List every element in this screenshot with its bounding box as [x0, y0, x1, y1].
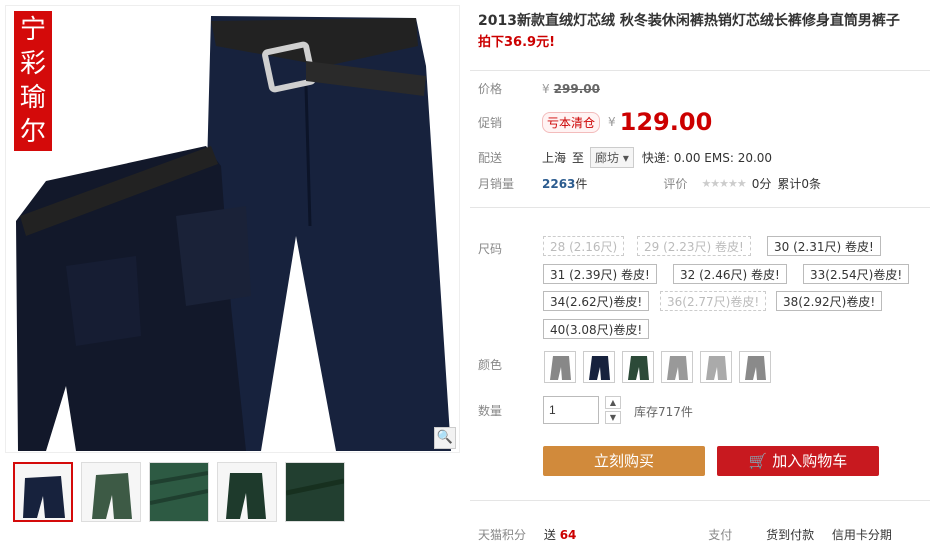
- color-swatch[interactable]: [583, 351, 615, 383]
- promo-badge: 亏本清仓: [542, 111, 601, 133]
- thumb-pants-green: [92, 473, 132, 519]
- thumb-fabric-green: [150, 463, 208, 521]
- quantity-input[interactable]: [543, 396, 599, 424]
- shipping-row: 配送 上海 至 廊坊 ▾ 快递: 0.00 EMS: 20.00: [478, 147, 772, 168]
- shipping-label: 配送: [478, 151, 503, 165]
- quantity-label: 数量: [478, 404, 503, 418]
- original-price: 299.00: [553, 81, 600, 96]
- color-swatch[interactable]: [622, 351, 654, 383]
- color-swatch[interactable]: [661, 351, 693, 383]
- destination-city: 廊坊: [595, 151, 620, 165]
- color-label: 颜色: [478, 358, 503, 372]
- cart-icon: 🛒: [748, 452, 768, 470]
- size-option[interactable]: 32 (2.46尺) 卷皮!: [673, 264, 787, 284]
- color-swatch[interactable]: [700, 351, 732, 383]
- swatch-pants-grey2: [667, 356, 688, 380]
- pay-label: 支付: [708, 528, 733, 542]
- thumbnail-4[interactable]: [217, 462, 277, 522]
- points-prefix: 送: [543, 528, 556, 542]
- stock-text: 库存717件: [634, 405, 693, 419]
- sales-count: 2263: [542, 176, 576, 191]
- ship-from: 上海: [542, 151, 567, 165]
- thumbnail-1[interactable]: [13, 462, 73, 522]
- credit-option[interactable]: 信用卡分期: [832, 528, 892, 542]
- points-label: 天猫积分: [478, 528, 527, 542]
- thumbnail-3[interactable]: [149, 462, 209, 522]
- original-price-row: 价格 ¥ 299.00: [478, 80, 600, 97]
- chevron-down-icon: ▾: [622, 151, 629, 165]
- divider: [470, 500, 930, 501]
- thumbnail-2[interactable]: [81, 462, 141, 522]
- ship-to-word: 至: [572, 151, 585, 165]
- sales-label: 月销量: [478, 177, 515, 191]
- add-to-cart-button[interactable]: 🛒 加入购物车: [717, 446, 879, 476]
- add-to-cart-label: 加入购物车: [772, 452, 848, 470]
- color-label-row: 颜色: [478, 356, 542, 373]
- sales-unit: 件: [575, 177, 588, 191]
- product-info: 2013新款直绒灯芯绒 秋冬装休闲裤热销灯芯绒长裤修身直筒男裤子 拍下36.9元…: [478, 10, 928, 54]
- swatch-pants-grey3: [706, 356, 727, 380]
- shipping-fees: 快递: 0.00 EMS: 20.00: [641, 151, 773, 165]
- thumb-fabric-darkgreen: [286, 463, 344, 521]
- swatch-pants-green: [628, 356, 649, 380]
- promo-title: 拍下36.9元!: [478, 35, 556, 50]
- rating-label: 评价: [663, 177, 688, 191]
- size-option[interactable]: 31 (2.39尺) 卷皮!: [543, 264, 657, 284]
- currency-symbol: ¥: [542, 81, 550, 96]
- size-option[interactable]: 34(2.62尺)卷皮!: [543, 291, 650, 311]
- size-option[interactable]: 28 (2.16尺): [543, 236, 625, 256]
- seal-char: 彩: [19, 49, 46, 79]
- thumb-pants-darkgreen: [226, 473, 266, 519]
- swatch-pants-grey4: [745, 356, 766, 380]
- thumbnail-strip: [13, 462, 345, 522]
- promo-price-row: 促销 亏本清仓 ¥ 129.00: [478, 108, 712, 136]
- promo-price: 129.00: [619, 108, 713, 136]
- size-label: 尺码: [478, 242, 503, 256]
- swatch-pants-navy: [589, 356, 610, 380]
- product-title: 2013新款直绒灯芯绒 秋冬装休闲裤热销灯芯绒长裤修身直筒男裤子: [478, 13, 900, 29]
- quantity-decrease-button[interactable]: ▼: [605, 411, 621, 424]
- buy-now-button[interactable]: 立刻购买: [543, 446, 705, 476]
- quantity-label-row: 数量: [478, 402, 542, 419]
- swatch-pants-grey: [550, 356, 571, 380]
- seal-char: 瑜: [19, 83, 46, 113]
- thumbnail-5[interactable]: [285, 462, 345, 522]
- size-label-row: 尺码: [478, 240, 542, 257]
- size-option[interactable]: 38(2.92尺)卷皮!: [776, 291, 883, 311]
- seal-char: 宁: [19, 15, 46, 45]
- quantity-increase-button[interactable]: ▲: [605, 396, 621, 409]
- divider: [470, 207, 930, 208]
- color-swatch[interactable]: [544, 351, 576, 383]
- sales-row: 月销量 2263 件 评价 ★★★★★ 0分 累计0条: [478, 175, 821, 192]
- bottom-info-row: 天猫积分 送 64 支付 货到付款 信用卡分期: [478, 526, 892, 543]
- size-option[interactable]: 29 (2.23尺) 卷皮!: [637, 236, 751, 256]
- color-swatch[interactable]: [739, 351, 771, 383]
- seal-char: 尔: [19, 117, 46, 147]
- size-option[interactable]: 36(2.77尺)卷皮!: [660, 291, 767, 311]
- size-option[interactable]: 30 (2.31尺) 卷皮!: [767, 236, 881, 256]
- product-gallery: 宁 彩 瑜 尔 🔍: [0, 0, 462, 538]
- review-count[interactable]: 累计0条: [777, 175, 821, 192]
- size-option[interactable]: 33(2.54尺)卷皮!: [803, 264, 910, 284]
- rating-stars: ★★★★★: [701, 177, 746, 190]
- price-label: 价格: [478, 82, 503, 96]
- thumb-pants-navy: [23, 476, 65, 518]
- promo-label: 促销: [478, 115, 503, 130]
- destination-select[interactable]: 廊坊 ▾: [590, 147, 634, 168]
- brand-seal: 宁 彩 瑜 尔: [14, 11, 52, 151]
- rating-score: 0分: [751, 177, 772, 191]
- points-value: 64: [559, 528, 577, 542]
- magnifier-icon[interactable]: 🔍: [434, 427, 456, 449]
- pants-illustration: [16, 16, 451, 451]
- main-product-image[interactable]: 宁 彩 瑜 尔 🔍: [5, 5, 460, 453]
- currency-symbol: ¥: [608, 115, 616, 129]
- size-option[interactable]: 40(3.08尺)卷皮!: [543, 319, 650, 339]
- divider: [470, 70, 930, 71]
- cod-option[interactable]: 货到付款: [766, 528, 814, 542]
